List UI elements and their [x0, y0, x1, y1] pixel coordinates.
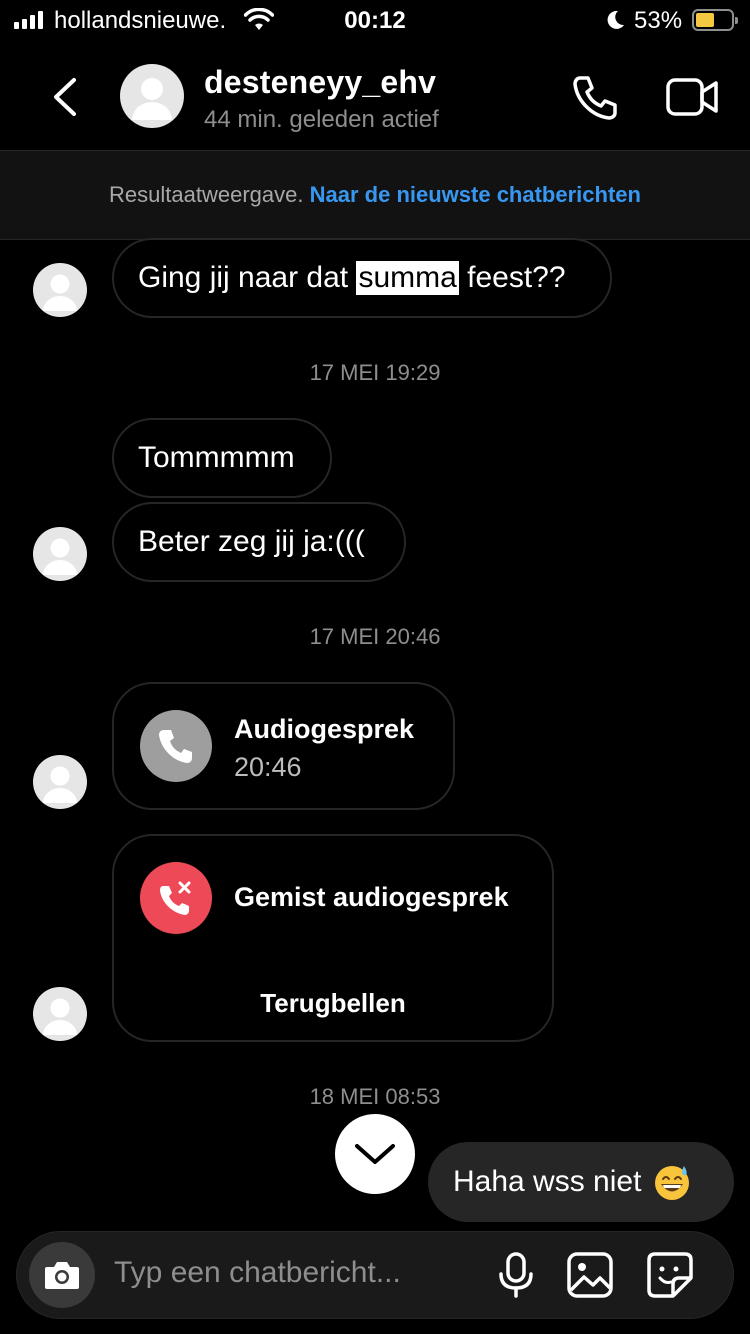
battery-percent: 53% [634, 7, 683, 34]
search-result-banner: Resultaatweergave. Naar de nieuwste chat… [0, 150, 750, 240]
banner-text: Resultaatweergave. [109, 182, 304, 207]
image-icon[interactable] [565, 1250, 615, 1300]
missed-call-card: Gemist audiogesprek Terugbellen [112, 834, 554, 1042]
message-text: Tommmmm [138, 441, 295, 474]
sticker-icon[interactable] [645, 1250, 695, 1300]
contact-username[interactable]: desteneyy_ehv [204, 64, 436, 101]
avatar[interactable] [33, 263, 87, 317]
moon-icon [607, 10, 624, 29]
message-bubble[interactable]: Ging jij naar dat summa feest?? [112, 238, 612, 318]
scroll-to-bottom-button[interactable] [335, 1114, 415, 1194]
timestamp: 17 MEI 20:46 [309, 624, 441, 649]
chat-header: desteneyy_ehv 44 min. geleden actief [0, 44, 750, 150]
avatar[interactable] [120, 64, 184, 128]
grinning-sweat-emoji [655, 1166, 690, 1200]
callback-button[interactable]: Terugbellen [114, 988, 552, 1019]
camera-icon [45, 1262, 79, 1289]
avatar[interactable] [33, 987, 87, 1041]
audio-call-card[interactable]: Audiogesprek 20:46 [112, 682, 455, 810]
call-title: Audiogesprek [234, 714, 415, 744]
chevron-down-icon [355, 1144, 395, 1164]
message-text: Beter zeg jij ja:((( [138, 525, 365, 558]
avatar[interactable] [33, 527, 87, 581]
missed-call-icon [140, 862, 212, 934]
newest-messages-link[interactable]: Naar de nieuwste chatberichten [310, 182, 641, 207]
video-camera-icon[interactable] [664, 72, 720, 122]
activity-status: 44 min. geleden actief [204, 106, 439, 133]
sent-message-bubble[interactable]: Haha wss niet [428, 1142, 734, 1222]
camera-button[interactable] [29, 1242, 95, 1308]
call-title: Gemist audiogesprek [234, 882, 509, 912]
chevron-left-icon[interactable] [46, 74, 86, 120]
search-highlight: summa [356, 261, 459, 295]
message-bubble[interactable]: Tommmmm [112, 418, 332, 498]
message-text: Ging jij naar dat [138, 261, 357, 294]
message-text: feest?? [458, 261, 566, 294]
phone-icon [140, 710, 212, 782]
timestamp: 17 MEI 19:29 [309, 360, 441, 385]
phone-icon[interactable] [570, 72, 620, 122]
message-text: Haha wss niet [453, 1165, 642, 1198]
message-input[interactable]: Typ een chatbericht... [114, 1256, 401, 1290]
call-time: 20:46 [234, 752, 302, 782]
microphone-icon[interactable] [491, 1250, 541, 1300]
battery-icon [692, 9, 738, 31]
message-composer: Typ een chatbericht... [16, 1231, 734, 1319]
avatar[interactable] [33, 755, 87, 809]
timestamp: 18 MEI 08:53 [309, 1084, 441, 1109]
status-bar: hollandsnieuwe. 00:12 53% [0, 0, 750, 44]
message-bubble[interactable]: Beter zeg jij ja:((( [112, 502, 406, 582]
